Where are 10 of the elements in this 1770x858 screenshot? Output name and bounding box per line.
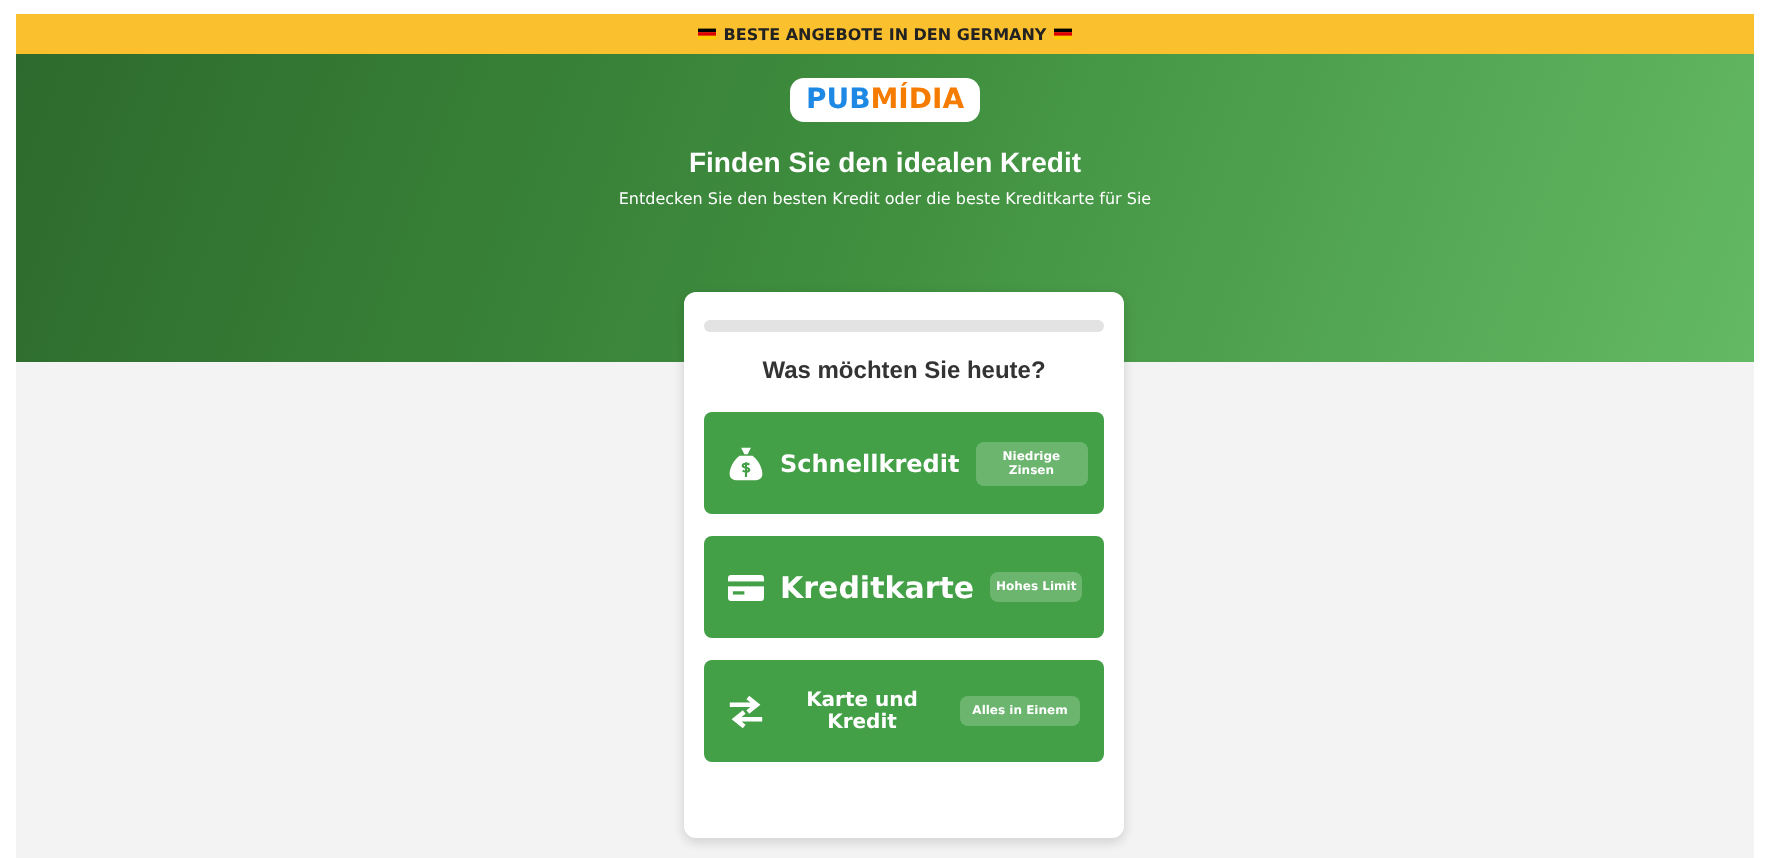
logo: PUBMÍDIA	[789, 78, 981, 122]
question-text: Was möchten Sie heute?	[760, 356, 1048, 384]
hero-subtitle: Entdecken Sie den besten Kredit oder die beste Kreditkarte für Sie	[618, 190, 1152, 208]
money-bag-icon	[728, 445, 764, 481]
flag-icon	[697, 28, 716, 40]
credit-card-icon	[728, 569, 764, 605]
swap-arrows-icon	[728, 693, 764, 729]
hero-title: Finden Sie den idealen Kredit	[688, 146, 1082, 178]
flag-icon	[1054, 28, 1073, 40]
banner-text: BESTE ANGEBOTE IN DEN GERMANY	[723, 25, 1047, 43]
